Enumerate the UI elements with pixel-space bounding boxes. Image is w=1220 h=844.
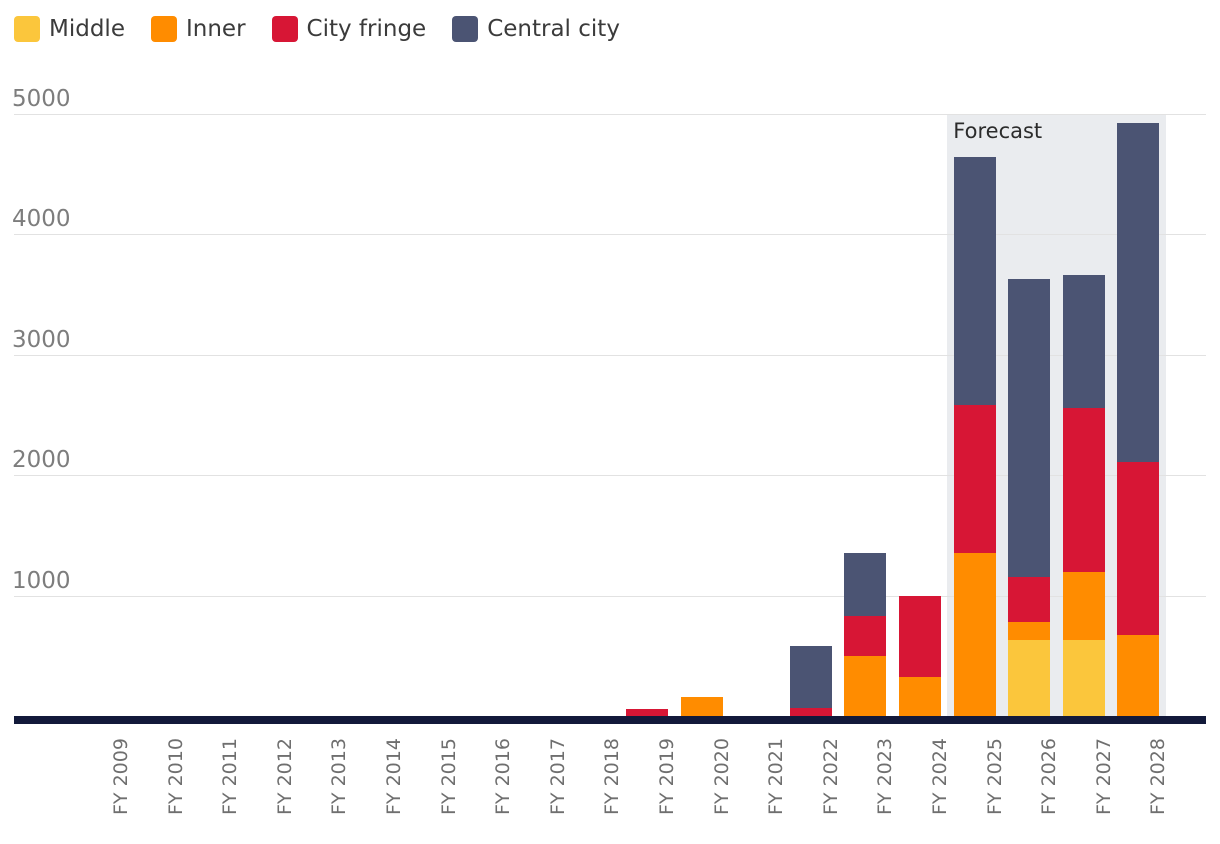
x-axis-tick: FY 2021 (765, 738, 788, 815)
bar-segment-city-fringe[interactable] (789, 708, 832, 716)
bar-segment-city-fringe[interactable] (1008, 576, 1051, 623)
x-axis-tick: FY 2017 (546, 738, 569, 815)
bar-segment-city-fringe[interactable] (899, 596, 941, 677)
gridline (14, 114, 1206, 115)
x-axis-tick: FY 2009 (110, 738, 132, 815)
x-axis-tick: FY 2016 (492, 738, 515, 815)
x-axis-tick: FY 2012 (273, 738, 296, 815)
y-axis-tick: 5000 (12, 86, 71, 112)
x-axis-tick: FY 2010 (164, 738, 187, 815)
x-axis-tick: FY 2018 (601, 738, 624, 815)
bar-segment-middle[interactable] (1062, 640, 1105, 716)
bar-segment-city-fringe[interactable] (844, 616, 887, 656)
bar-segment-inner[interactable] (680, 696, 723, 716)
x-axis-tick: FY 2026 (1038, 738, 1061, 815)
stacked-bar-chart: Forecast 1000 2000 3000 4000 5000 FY 2009 FY … (0, 0, 1220, 844)
x-axis-tick: FY 2028 (1147, 738, 1170, 815)
bar-segment-central-city[interactable] (1008, 278, 1051, 577)
bar-fy-2024[interactable] (899, 596, 941, 716)
x-axis-tick: FY 2015 (437, 738, 460, 815)
y-axis-tick: 2000 (12, 447, 71, 474)
x-axis-tick: FY 2011 (219, 738, 242, 815)
x-axis-baseline (14, 716, 1206, 724)
bar-segment-inner[interactable] (899, 676, 941, 716)
gridline (14, 234, 1206, 235)
x-axis-tick: FY 2019 (656, 738, 678, 815)
bar-fy-2020[interactable] (680, 696, 723, 716)
bar-segment-inner[interactable] (953, 552, 996, 716)
y-axis-tick: 1000 (12, 567, 71, 594)
x-axis-tick: FY 2013 (328, 738, 351, 815)
x-axis-tick: FY 2025 (983, 738, 1006, 815)
forecast-annotation-label: Forecast (953, 119, 1043, 143)
x-axis-tick: FY 2022 (819, 738, 842, 815)
bar-fy-2028[interactable] (1117, 123, 1160, 716)
bar-fy-2026[interactable] (1008, 278, 1051, 716)
bar-fy-2022[interactable] (789, 646, 832, 716)
bar-segment-inner[interactable] (1062, 572, 1105, 641)
bar-segment-central-city[interactable] (953, 156, 996, 405)
bar-segment-inner[interactable] (1117, 635, 1160, 716)
bar-segment-central-city[interactable] (1117, 123, 1160, 462)
bar-fy-2019[interactable] (626, 709, 668, 716)
bar-segment-central-city[interactable] (1062, 275, 1105, 409)
x-axis-tick: FY 2023 (874, 738, 897, 815)
bar-segment-city-fringe[interactable] (626, 709, 668, 716)
x-axis-tick: FY 2027 (1092, 738, 1115, 815)
bar-segment-city-fringe[interactable] (953, 404, 996, 553)
bar-fy-2027[interactable] (1062, 275, 1105, 716)
x-axis-tick: FY 2024 (929, 738, 951, 815)
bar-fy-2025[interactable] (953, 156, 996, 716)
bar-segment-city-fringe[interactable] (1117, 461, 1160, 636)
bar-segment-central-city[interactable] (844, 553, 887, 617)
bar-segment-central-city[interactable] (789, 646, 832, 709)
y-axis-tick: 4000 (12, 206, 71, 233)
bar-segment-city-fringe[interactable] (1062, 408, 1105, 573)
x-axis-tick: FY 2014 (383, 738, 405, 815)
bar-segment-middle[interactable] (1008, 640, 1051, 716)
bar-segment-inner[interactable] (844, 655, 887, 716)
x-axis-tick: FY 2020 (710, 738, 733, 815)
y-axis-tick: 3000 (12, 326, 71, 353)
bar-fy-2023[interactable] (844, 553, 887, 716)
bar-segment-inner[interactable] (1008, 622, 1051, 641)
